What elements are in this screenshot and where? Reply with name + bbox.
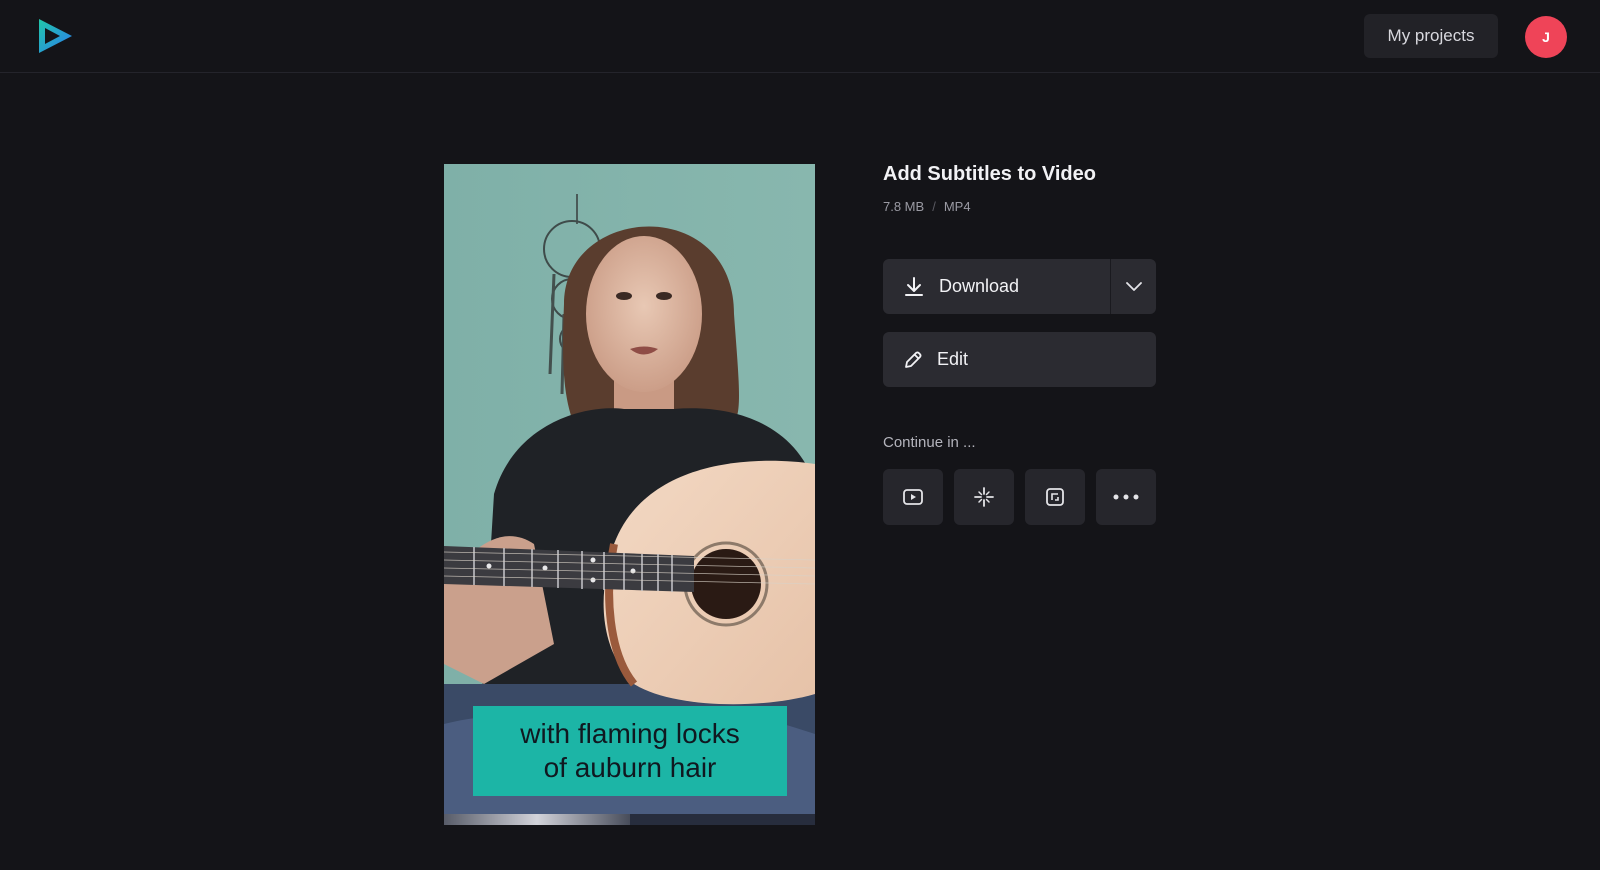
more-options-button[interactable]: [1096, 469, 1156, 525]
video-progress-bar[interactable]: [444, 814, 815, 825]
open-in-resize-button[interactable]: [1025, 469, 1085, 525]
my-projects-button[interactable]: My projects: [1364, 14, 1498, 58]
edit-label: Edit: [937, 349, 969, 369]
download-label: Download: [939, 276, 1020, 296]
edit-button[interactable]: Edit: [883, 332, 1156, 387]
video-preview[interactable]: with flaming locks of auburn hair: [444, 164, 815, 825]
chevron-down-icon: [1125, 281, 1142, 291]
open-in-ai-tool-button[interactable]: [954, 469, 1014, 525]
open-in-video-player-button[interactable]: [883, 469, 943, 525]
meta-separator: /: [932, 199, 936, 214]
continue-in-tools: [883, 469, 1156, 525]
more-icon: [1113, 494, 1139, 500]
caption-line-2: of auburn hair: [543, 752, 717, 783]
page-title: Add Subtitles to Video: [883, 163, 1096, 185]
file-format: MP4: [943, 199, 971, 214]
download-button[interactable]: Download: [883, 259, 1110, 314]
download-options-button[interactable]: [1110, 259, 1156, 314]
user-avatar[interactable]: J: [1525, 16, 1567, 58]
download-icon: [905, 276, 923, 296]
resize-icon: [1046, 488, 1064, 506]
caption-line-1: with flaming locks: [520, 718, 740, 749]
video-player-icon: [903, 489, 923, 505]
subtitle-caption: with flaming locks of auburn hair: [473, 706, 787, 796]
pencil-icon: [905, 351, 922, 368]
top-bar: My projects J: [0, 0, 1600, 73]
file-size: 7.8 MB: [883, 199, 925, 214]
sparkle-icon: [974, 487, 994, 507]
download-split-button: Download: [883, 259, 1156, 314]
continue-in-label: Continue in ...: [883, 434, 976, 451]
file-meta: 7.8 MB / MP4: [883, 199, 971, 214]
play-logo-icon[interactable]: [36, 17, 74, 55]
video-progress-fill: [444, 814, 630, 825]
